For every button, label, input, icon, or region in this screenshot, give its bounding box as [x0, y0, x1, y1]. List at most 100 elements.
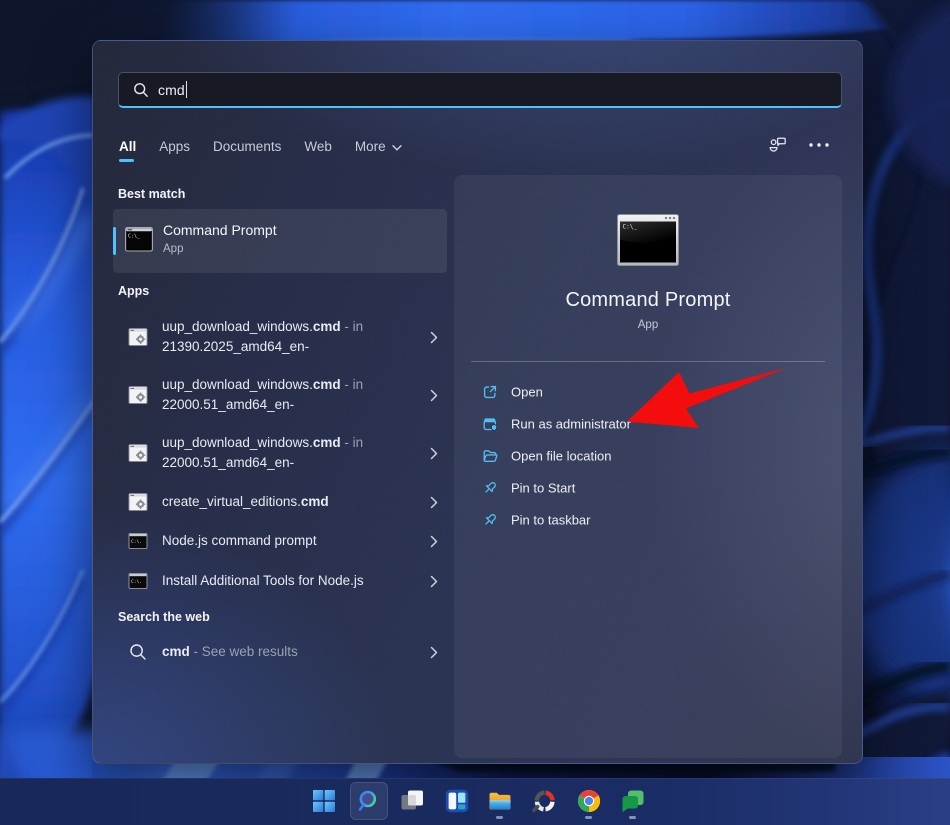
preview-subtitle: App — [454, 319, 842, 331]
running-indicator — [629, 816, 636, 819]
chevron-down-icon — [392, 145, 402, 151]
selection-accent-bar — [113, 227, 116, 255]
result-text-part: - in — [341, 377, 364, 392]
result-text-match: cmd — [313, 377, 341, 392]
result-text-part: 22000.51_amd64_en- — [162, 397, 294, 412]
action-label: Open — [511, 385, 543, 400]
action-label: Pin to taskbar — [511, 513, 591, 528]
action-label: Run as administrator — [511, 417, 631, 432]
result-text: cmd - See web results — [162, 642, 298, 662]
text-caret — [186, 81, 187, 98]
result-text-part: 21390.2025_amd64_en- — [162, 339, 309, 354]
web-result-row[interactable]: cmd - See web results — [113, 632, 447, 672]
tab-web[interactable]: Web — [304, 139, 332, 154]
ring-utility-button[interactable] — [532, 789, 556, 813]
command-prompt-icon: C:\_ — [125, 227, 153, 252]
batch-file-icon — [128, 492, 148, 512]
best-match-title: Command Prompt — [163, 222, 277, 238]
search-icon — [129, 643, 147, 661]
app-result-row[interactable]: uup_download_windows.cmd - in 22000.51_am… — [113, 366, 447, 424]
command-prompt-icon-large: C:\_ — [617, 214, 679, 266]
app-result-row[interactable]: uup_download_windows.cmd - in22000.51_am… — [113, 424, 447, 482]
batch-file-icon — [128, 385, 148, 405]
command-prompt-icon: C:\. — [128, 531, 148, 551]
result-text-part: - See web results — [190, 644, 298, 659]
result-text-match: cmd — [313, 435, 341, 450]
search-filter-tabs: All Apps Documents Web More — [119, 136, 402, 156]
search-input[interactable]: cmd — [118, 72, 842, 108]
app-result-row[interactable]: C:\. Node.js command prompt — [113, 521, 447, 561]
result-text-match: cmd — [301, 494, 329, 509]
svg-text:C:\_: C:\_ — [128, 234, 141, 240]
header-icons — [768, 136, 830, 154]
running-indicator — [496, 816, 503, 819]
result-text: uup_download_windows.cmd - in21390.2025_… — [162, 317, 363, 357]
result-text: uup_download_windows.cmd - in 22000.51_am… — [162, 375, 363, 415]
apps-result-list: uup_download_windows.cmd - in21390.2025_… — [113, 308, 447, 601]
action-label: Open file location — [511, 449, 611, 464]
result-text: create_virtual_editions.cmd — [162, 492, 329, 512]
pin-icon — [482, 480, 498, 496]
command-prompt-icon: C:\. — [128, 571, 148, 591]
search-query-text: cmd — [158, 82, 185, 98]
result-text-match: cmd — [313, 319, 341, 334]
tab-apps[interactable]: Apps — [159, 139, 190, 154]
search-flyout-panel: cmd All Apps Documents Web More Best mat… — [92, 40, 863, 764]
feedback-account-icon[interactable] — [768, 136, 787, 154]
more-options-icon[interactable] — [808, 142, 830, 148]
result-text-part: - in — [341, 435, 364, 450]
taskbar — [0, 778, 950, 825]
chevron-right-icon — [430, 496, 438, 509]
chevron-right-icon — [430, 646, 438, 659]
widgets-button[interactable] — [445, 789, 469, 813]
action-open[interactable]: Open — [454, 376, 842, 408]
chevron-right-icon — [430, 535, 438, 548]
chat-button[interactable] — [621, 789, 645, 813]
svg-text:C:\_: C:\_ — [623, 224, 638, 231]
result-text: Node.js command prompt — [162, 531, 317, 551]
pin-icon — [482, 512, 498, 528]
batch-file-icon — [128, 327, 148, 347]
web-heading: Search the web — [118, 610, 210, 624]
result-text-match: cmd — [162, 644, 190, 659]
desktop: cmd All Apps Documents Web More Best mat… — [0, 0, 950, 825]
result-text-part: Node.js command prompt — [162, 533, 317, 548]
result-text-part: - in — [341, 319, 364, 334]
chevron-right-icon — [430, 575, 438, 588]
run-as-admin-icon — [482, 416, 498, 432]
action-open-file-location[interactable]: Open file location — [454, 440, 842, 472]
action-run-as-administrator[interactable]: Run as administrator — [454, 408, 842, 440]
open-icon — [482, 384, 498, 400]
action-pin-to-start[interactable]: Pin to Start — [454, 472, 842, 504]
tab-documents[interactable]: Documents — [213, 139, 281, 154]
chevron-right-icon — [430, 447, 438, 460]
result-text: Install Additional Tools for Node.js — [162, 571, 364, 591]
result-text-part: uup_download_windows. — [162, 377, 313, 392]
action-label: Pin to Start — [511, 481, 575, 496]
chevron-right-icon — [430, 331, 438, 344]
svg-text:C:\.: C:\. — [131, 579, 142, 585]
file-explorer-button[interactable] — [488, 789, 512, 813]
tab-more[interactable]: More — [355, 139, 402, 154]
preview-title: Command Prompt — [454, 289, 842, 312]
tab-all[interactable]: All — [119, 139, 136, 154]
chevron-right-icon — [430, 389, 438, 402]
result-preview-card: C:\_ Command Prompt App Open Run as admi… — [454, 175, 842, 758]
result-text-part: create_virtual_editions. — [162, 494, 301, 509]
apps-heading: Apps — [118, 284, 149, 298]
search-button[interactable] — [357, 789, 381, 813]
chrome-button[interactable] — [577, 789, 601, 813]
web-result-list: cmd - See web results — [113, 632, 447, 672]
app-result-row[interactable]: C:\. Install Additional Tools for Node.j… — [113, 561, 447, 601]
app-result-row[interactable]: uup_download_windows.cmd - in21390.2025_… — [113, 308, 447, 366]
selected-tab-indicator — [119, 159, 134, 162]
divider — [471, 361, 825, 362]
result-text-part: Install Additional Tools for Node.js — [162, 573, 364, 588]
tab-more-label: More — [355, 139, 386, 154]
task-view-button[interactable] — [400, 789, 424, 813]
action-pin-to-taskbar[interactable]: Pin to taskbar — [454, 504, 842, 536]
app-result-row[interactable]: create_virtual_editions.cmd — [113, 482, 447, 521]
best-match-result[interactable]: C:\_ Command Prompt App — [113, 209, 447, 273]
start-button[interactable] — [312, 789, 336, 813]
running-indicator — [585, 816, 592, 819]
